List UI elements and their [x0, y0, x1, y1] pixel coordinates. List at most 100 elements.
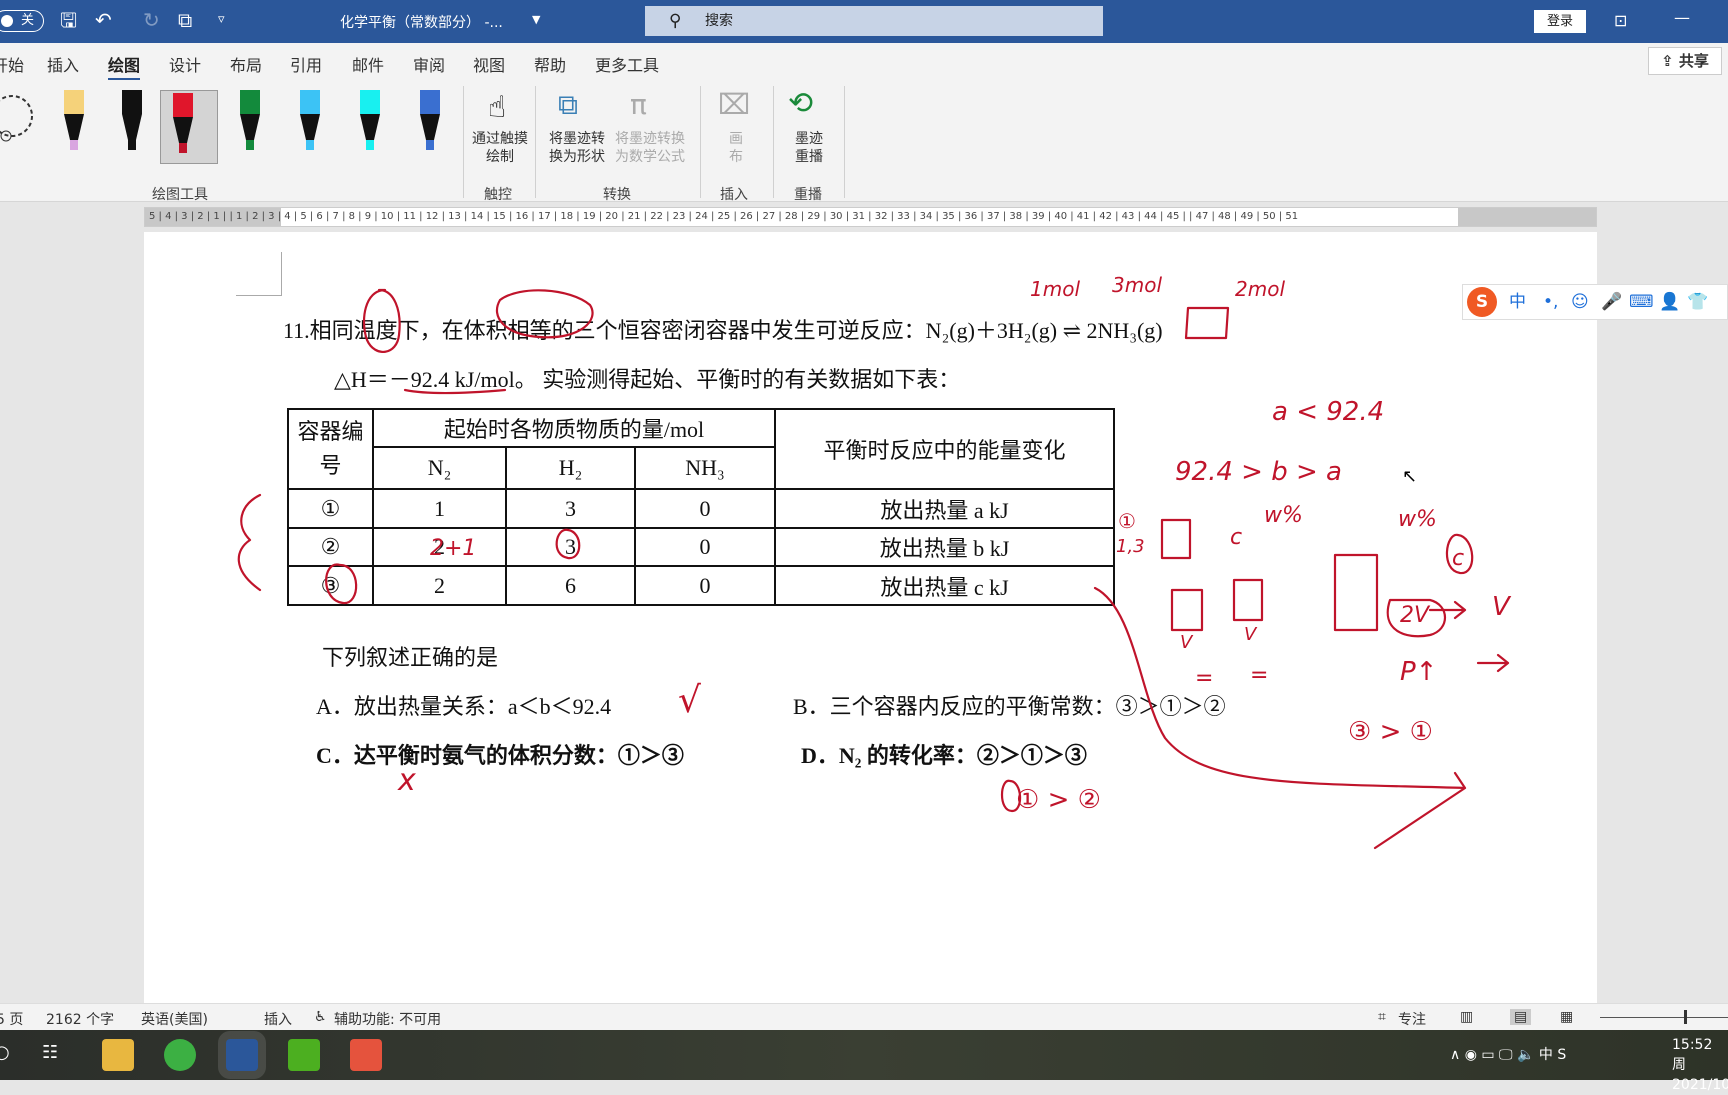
cell: ① — [287, 488, 374, 529]
group-label-touch: 触控 — [484, 187, 512, 203]
cell: 2 — [372, 565, 507, 606]
option-a: A．放出热量关系：a＜b＜92.4 — [316, 694, 612, 719]
ruler[interactable]: 5 | 4 | 3 | 2 | 1 | | 1 | 2 | 3 | 4 | 5 … — [144, 207, 1597, 227]
margin-mark — [281, 252, 282, 295]
share-icon: ⇪ — [1661, 52, 1679, 70]
web-layout-icon[interactable]: ▦ — [1560, 1009, 1573, 1025]
ink-to-math-button[interactable]: 将墨迹转换为数学公式 — [612, 130, 688, 166]
punctuation-icon[interactable]: •, — [1543, 285, 1558, 319]
language[interactable]: 英语(美国) — [141, 1009, 208, 1029]
ink-to-shape-button[interactable]: 将墨迹转换为形状 — [546, 130, 608, 166]
pen-2[interactable] — [110, 88, 154, 158]
search-taskbar-icon[interactable]: ○ — [0, 1042, 10, 1063]
tab-home[interactable]: 开始 — [0, 52, 24, 76]
clock[interactable]: 15:52 周 2021/10 — [1672, 1035, 1728, 1095]
zoom-slider[interactable] — [1600, 1017, 1728, 1018]
emoji-icon[interactable]: ☺ — [1571, 285, 1589, 319]
tab-draw[interactable]: 绘图 — [108, 52, 141, 81]
option-d: D．N₂ 的转化率：②＞①＞③ — [801, 743, 1087, 768]
keyboard-icon[interactable]: ⌨ — [1629, 285, 1654, 319]
login-button[interactable]: 登录 — [1534, 10, 1586, 33]
group-label-insert: 插入 — [720, 187, 748, 203]
document-title: 化学平衡（常数部分） -... — [340, 15, 503, 31]
title-bar: 关 🖫 ↶ ↻ ⧉ ▿ 化学平衡（常数部分） -... ▼ ⚲ 搜索 登录 ⊡ — — [0, 0, 1728, 43]
tab-help[interactable]: 帮助 — [534, 52, 566, 76]
pen-1[interactable] — [52, 88, 96, 158]
document-page[interactable] — [144, 232, 1597, 1003]
read-mode-icon[interactable]: ▥ — [1460, 1009, 1473, 1025]
ink-replay-button[interactable]: 墨迹重播 — [792, 130, 826, 166]
pen-3[interactable] — [160, 90, 218, 164]
save-icon[interactable]: 🖫 — [60, 9, 77, 31]
pen-7[interactable] — [408, 88, 452, 158]
tab-layout[interactable]: 布局 — [230, 52, 262, 76]
camtasia-green-icon[interactable] — [288, 1039, 320, 1071]
customize-icon[interactable]: ▿ — [218, 9, 225, 31]
pen-icon — [64, 90, 84, 150]
accessibility-icon: ♿ — [314, 1009, 327, 1025]
file-explorer-icon[interactable] — [102, 1039, 134, 1071]
microphone-icon[interactable]: 🎤 — [1601, 285, 1622, 319]
header-h2: H₂ — [505, 446, 636, 490]
skin-icon[interactable]: 👕 — [1687, 285, 1708, 319]
task-view-icon[interactable]: ☷ — [42, 1042, 58, 1063]
draw-with-touch-button[interactable]: 通过触摸绘制 — [472, 130, 528, 166]
print-layout-icon[interactable]: ▤ — [1510, 1009, 1532, 1025]
cell: 放出热量 a kJ — [774, 488, 1115, 529]
canvas-icon: ⌧ — [718, 88, 751, 121]
undo-icon[interactable]: ↶ — [95, 9, 112, 31]
word-icon[interactable] — [218, 1031, 266, 1079]
tab-view[interactable]: 视图 — [473, 52, 505, 76]
tab-mailings[interactable]: 邮件 — [352, 52, 384, 76]
ink-to-math-icon: π — [630, 88, 647, 121]
ribbon: ☝ 通过触摸绘制 ⧉ 将墨迹转换为形状 π 将墨迹转换为数学公式 ⌧ 画布 ⟲ … — [0, 80, 1728, 203]
tab-design[interactable]: 设计 — [169, 52, 201, 76]
pen-4[interactable] — [228, 88, 272, 158]
ruler-ticks: 5 | 4 | 3 | 2 | 1 | | 1 | 2 | 3 | 4 | 5 … — [149, 211, 1299, 222]
cell: 0 — [634, 488, 776, 529]
user-icon[interactable]: 👤 — [1659, 285, 1680, 319]
pen-icon — [300, 90, 320, 150]
header-start-amount: 起始时各物质物质的量/mol — [372, 408, 776, 448]
ime-toolbar[interactable]: S 中 •, ☺ 🎤 ⌨ 👤 👕 — [1462, 284, 1728, 320]
focus-button[interactable]: 专注 — [1398, 1009, 1426, 1029]
sogou-logo-icon: S — [1467, 287, 1497, 317]
question-line-1: 11.相同温度下，在体积相等的三个恒容密闭容器中发生可逆反应：N₂(g)＋3H₂… — [283, 318, 1163, 343]
share-button[interactable]: ⇪ 共享 — [1648, 47, 1722, 75]
cell: 放出热量 b kJ — [774, 527, 1115, 567]
tab-insert[interactable]: 插入 — [47, 52, 79, 76]
zoom-slider-thumb[interactable] — [1684, 1010, 1687, 1024]
camtasia-red-icon[interactable] — [350, 1039, 382, 1071]
header-container: 容器编号 — [287, 408, 374, 490]
insert-mode[interactable]: 插入 — [264, 1009, 292, 1029]
ribbon-tabs: 开始 插入 绘图 设计 布局 引用 邮件 审阅 视图 帮助 更多工具 ⇪ 共享 — [0, 43, 1728, 81]
autosave-toggle[interactable]: 关 — [0, 10, 44, 32]
page-count[interactable]: 5 页 — [0, 1009, 23, 1029]
cell: 0 — [634, 527, 776, 567]
accessibility-status[interactable]: 辅助功能: 不可用 — [334, 1009, 441, 1029]
tab-references[interactable]: 引用 — [290, 52, 322, 76]
redo-icon[interactable]: ↻ — [143, 9, 160, 31]
pen-6[interactable] — [348, 88, 392, 158]
tab-review[interactable]: 审阅 — [413, 52, 445, 76]
mouse-cursor-icon: ↖ — [1402, 466, 1418, 487]
search-placeholder: 搜索 — [705, 13, 733, 29]
canvas-button[interactable]: 画布 — [728, 130, 744, 166]
present-icon[interactable]: ⧉ — [178, 9, 192, 31]
pen-icon — [240, 90, 260, 150]
ime-mode[interactable]: 中 — [1509, 285, 1526, 319]
tab-more-tools[interactable]: 更多工具 — [595, 52, 659, 76]
ribbon-display-icon[interactable]: ⊡ — [1614, 11, 1627, 30]
ink-to-shape-icon: ⧉ — [558, 88, 578, 121]
minimize-icon[interactable]: — — [1674, 8, 1690, 27]
cell: 3 — [505, 527, 636, 567]
lasso-select-icon[interactable] — [0, 90, 40, 150]
pen-5[interactable] — [288, 88, 332, 158]
tray-icons[interactable]: ∧ ◉ ▭ 🖵 🔈 中 S — [1450, 1044, 1566, 1064]
title-dropdown-icon[interactable]: ▼ — [532, 13, 540, 26]
search-box[interactable]: ⚲ 搜索 — [645, 6, 1103, 36]
search-icon: ⚲ — [669, 11, 682, 31]
browser-icon[interactable] — [164, 1039, 196, 1071]
word-count[interactable]: 2162 个字 — [46, 1009, 114, 1029]
group-label-replay: 重播 — [794, 187, 822, 203]
